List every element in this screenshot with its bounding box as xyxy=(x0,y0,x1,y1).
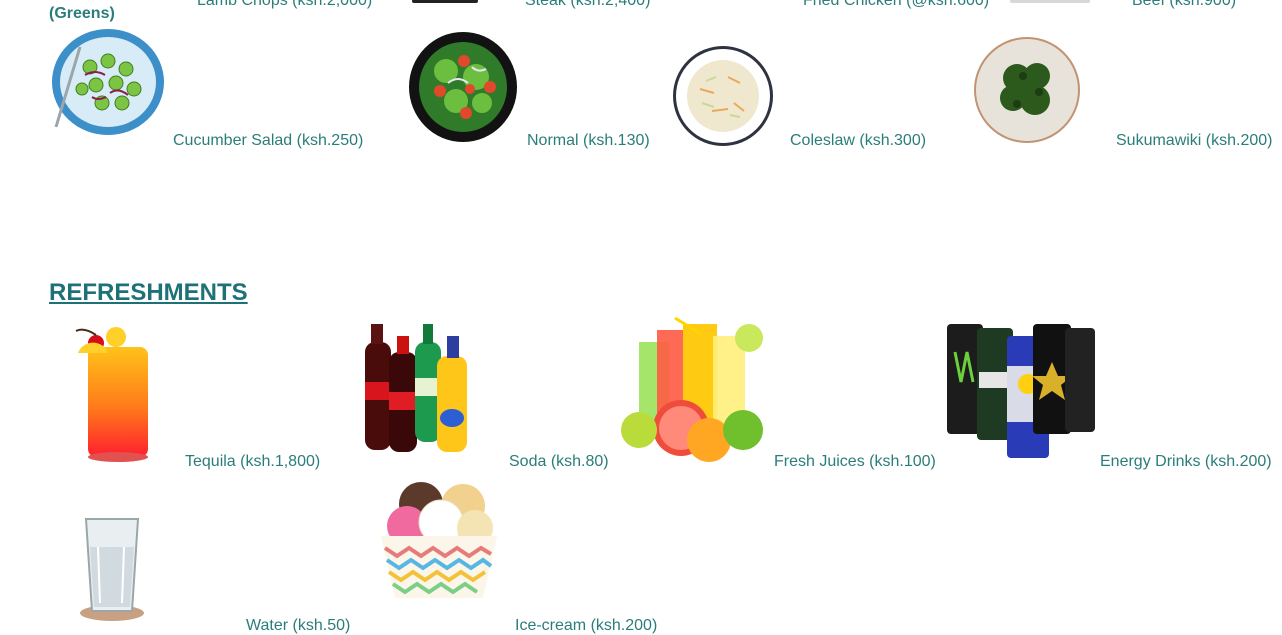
refreshments-section-title[interactable]: REFRESHMENTS xyxy=(49,279,248,307)
menu-item-tequila[interactable]: Tequila (ksh.1,800) xyxy=(185,453,320,471)
menu-item-beef[interactable]: Beef (ksh.900) xyxy=(1132,0,1236,10)
green-salad-image xyxy=(409,32,517,142)
greens-category-label: (Greens) xyxy=(49,5,115,22)
menu-item-normal-salad[interactable]: Normal (ksh.130) xyxy=(527,132,650,150)
menu-item-sukumawiki[interactable]: Sukumawiki (ksh.200) xyxy=(1116,132,1273,150)
menu-item-fresh-juices[interactable]: Fresh Juices (ksh.100) xyxy=(774,453,936,471)
menu-item-lamb-chops[interactable]: Lamb Chops (ksh.2,000) xyxy=(197,0,372,10)
menu-item-energy-drinks[interactable]: Energy Drinks (ksh.200) xyxy=(1100,453,1272,471)
ice-cream-image xyxy=(381,482,497,598)
energy-drink-cans-image xyxy=(947,324,1095,458)
menu-item-water[interactable]: Water (ksh.50) xyxy=(246,617,350,635)
menu-item-ice-cream[interactable]: Ice-cream (ksh.200) xyxy=(515,617,657,635)
coleslaw-image xyxy=(673,46,773,146)
fresh-juices-image xyxy=(621,316,763,462)
menu-item-fried-chicken[interactable]: Fried Chicken (@ksh.600) xyxy=(803,0,989,10)
menu-item-coleslaw[interactable]: Coleslaw (ksh.300) xyxy=(790,132,926,150)
cucumber-salad-image xyxy=(52,29,164,135)
beef-image-edge xyxy=(1010,0,1090,3)
tequila-image xyxy=(75,327,148,462)
menu-item-steak[interactable]: Steak (ksh.2,400) xyxy=(525,0,650,10)
sukumawiki-image xyxy=(974,37,1080,143)
menu-item-soda[interactable]: Soda (ksh.80) xyxy=(509,453,609,471)
menu-item-cucumber-salad[interactable]: Cucumber Salad (ksh.250) xyxy=(173,132,363,150)
soda-bottles-image xyxy=(365,324,467,452)
water-glass-image xyxy=(80,518,144,621)
steak-image-edge xyxy=(412,0,478,3)
